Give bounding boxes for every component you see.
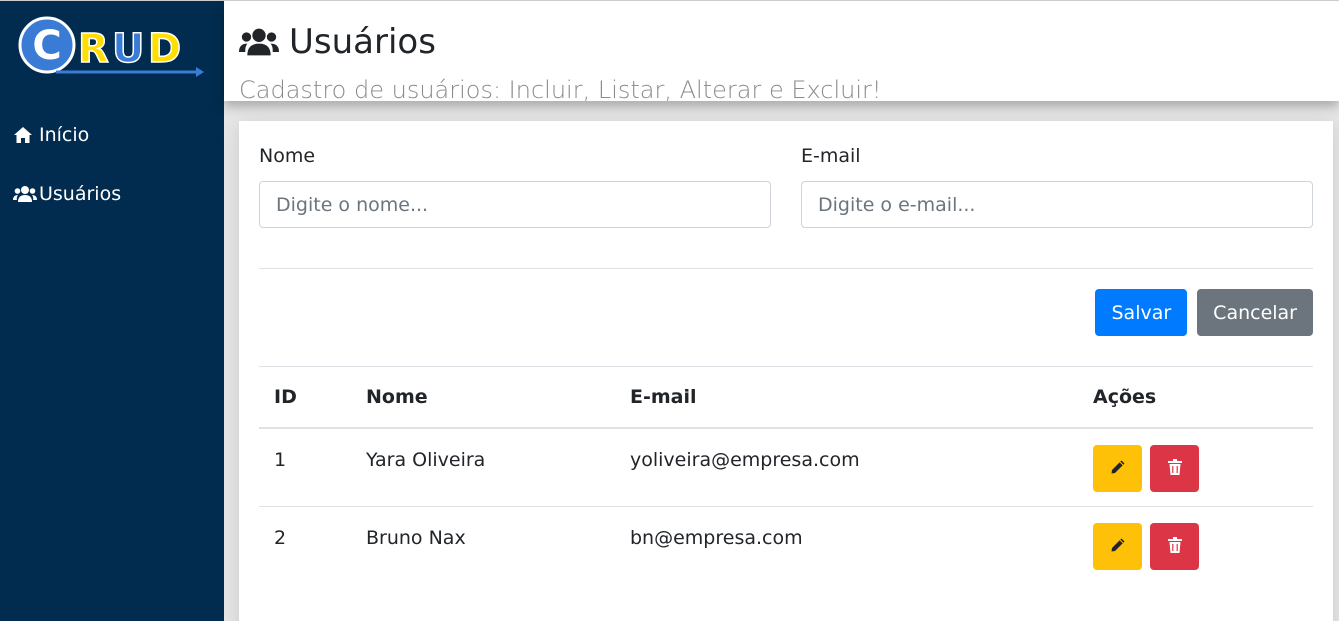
logo-area: C R U D: [0, 0, 224, 101]
sidebar-item-usuarios[interactable]: Usuários: [0, 164, 224, 223]
cell-id: 1: [259, 428, 351, 507]
edit-button[interactable]: [1093, 445, 1142, 492]
header-nome: Nome: [351, 367, 615, 429]
name-label: Nome: [259, 145, 316, 167]
svg-text:D: D: [148, 26, 181, 72]
pencil-icon: [1110, 459, 1126, 478]
cell-name: Yara Oliveira: [351, 428, 615, 507]
users-card: Nome E-mail Salvar Cancelar ID Nome E-ma…: [239, 121, 1333, 621]
trash-icon: [1167, 459, 1182, 478]
home-icon: [13, 126, 39, 144]
pencil-icon: [1110, 537, 1126, 556]
cell-email: yoliveira@empresa.com: [615, 428, 1078, 507]
delete-button[interactable]: [1150, 445, 1199, 492]
email-label: E-mail: [801, 145, 861, 167]
sidebar-item-inicio[interactable]: Início: [0, 105, 224, 164]
users-icon: [13, 185, 39, 203]
trash-icon: [1167, 536, 1182, 556]
sidebar: C R U D Início Usuários: [0, 0, 224, 621]
main-content: Nome E-mail Salvar Cancelar ID Nome E-ma…: [224, 101, 1339, 621]
cell-actions: [1078, 428, 1313, 507]
table-row: 1 Yara Oliveira yoliveira@empresa.com: [259, 428, 1313, 507]
name-input[interactable]: [259, 181, 771, 228]
sidebar-item-label: Usuários: [39, 182, 122, 205]
name-group: Nome: [259, 145, 771, 228]
title-row: Usuários: [239, 22, 436, 62]
email-group: E-mail: [801, 145, 1313, 228]
cell-actions: [1078, 506, 1313, 584]
svg-text:U: U: [112, 26, 144, 72]
cell-email: bn@empresa.com: [630, 526, 803, 549]
users-table: ID Nome E-mail Ações 1 Yara Oliveira yol…: [259, 367, 1313, 584]
crud-logo[interactable]: C R U D: [16, 14, 208, 88]
email-input[interactable]: [801, 181, 1313, 228]
svg-text:C: C: [32, 23, 61, 69]
svg-text:R: R: [78, 26, 109, 72]
page-title: Usuários: [289, 22, 436, 62]
table-header-row: ID Nome E-mail Ações: [259, 367, 1313, 429]
table-row: 2 Bruno Nax bn@empresa.com: [259, 506, 1313, 584]
cell-id: 2: [274, 526, 287, 549]
form-divider: [259, 268, 1313, 269]
header-email: E-mail: [615, 367, 1078, 429]
form-actions: Salvar Cancelar: [1095, 289, 1313, 336]
cell-name: Bruno Nax: [366, 526, 466, 549]
cancel-button[interactable]: Cancelar: [1197, 289, 1313, 336]
header-id: ID: [259, 367, 351, 429]
users-icon: [239, 26, 279, 58]
edit-button[interactable]: [1093, 522, 1142, 570]
delete-button[interactable]: [1150, 522, 1199, 570]
sidebar-nav: Início Usuários: [0, 105, 224, 223]
page-subtitle: Cadastro de usuários: Incluir, Listar, A…: [239, 76, 882, 102]
sidebar-item-label: Início: [39, 123, 90, 146]
save-button[interactable]: Salvar: [1095, 289, 1188, 336]
page-header: Usuários Cadastro de usuários: Incluir, …: [224, 0, 1339, 102]
user-form: Nome E-mail: [259, 145, 1333, 228]
header-acoes: Ações: [1078, 367, 1313, 429]
